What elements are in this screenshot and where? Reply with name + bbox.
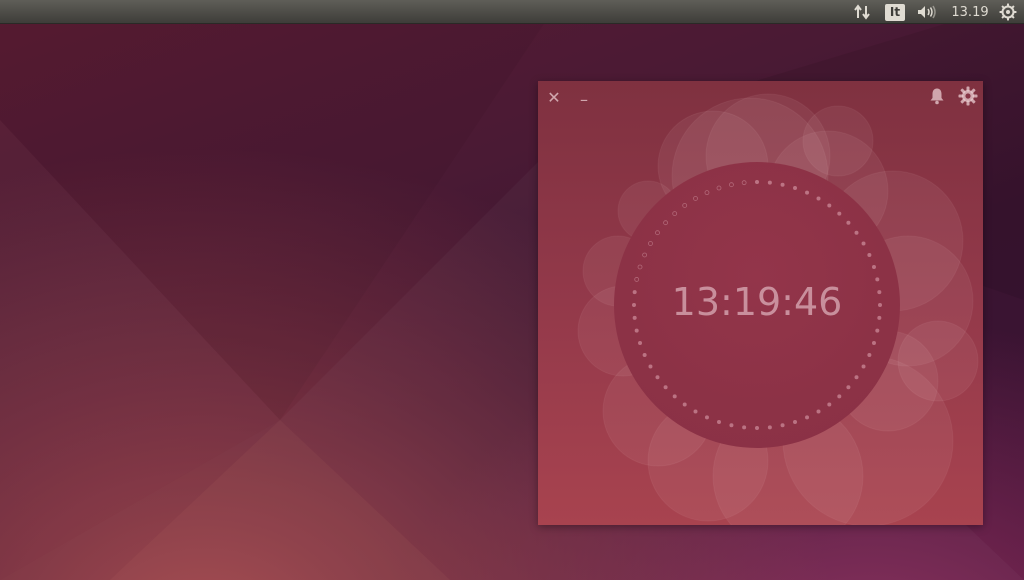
second-tick <box>805 190 810 195</box>
digital-time: 13:19:46 <box>671 280 843 324</box>
second-tick <box>637 264 643 270</box>
sound-indicator[interactable] <box>914 0 940 24</box>
second-tick <box>816 196 821 201</box>
second-tick <box>682 402 687 407</box>
top-panel: It 13.19 <box>0 0 1024 24</box>
second-tick <box>793 419 798 424</box>
second-tick <box>767 425 772 430</box>
second-tick <box>755 426 759 430</box>
second-tick <box>663 385 668 390</box>
keyboard-layout-indicator[interactable]: It <box>884 0 906 24</box>
second-tick <box>693 196 698 201</box>
second-tick <box>867 353 872 358</box>
second-tick <box>704 415 709 420</box>
close-button[interactable]: ✕ <box>544 87 564 107</box>
second-tick <box>729 182 734 188</box>
second-tick <box>648 364 653 369</box>
second-tick <box>875 328 880 333</box>
second-tick <box>716 419 721 424</box>
second-tick <box>693 409 698 414</box>
second-tick <box>867 252 872 257</box>
clock-window: ✕ – 13:19:46 <box>538 81 983 525</box>
desktop: It 13.19 ✕ – 13:19:46 <box>0 0 1024 580</box>
gear-icon <box>958 86 978 106</box>
second-tick <box>805 415 810 420</box>
clock-dial: 13:19:46 <box>614 162 900 448</box>
second-tick <box>729 423 734 428</box>
session-indicator[interactable] <box>996 0 1020 24</box>
second-tick <box>861 364 866 369</box>
network-transfer-icon <box>854 4 870 20</box>
second-tick <box>827 402 832 407</box>
gear-power-icon <box>999 3 1017 21</box>
second-tick <box>648 241 653 246</box>
second-tick <box>780 182 785 187</box>
second-tick <box>837 394 842 399</box>
second-tick <box>871 264 876 269</box>
second-tick <box>861 241 866 246</box>
second-tick <box>854 375 859 380</box>
second-tick <box>741 180 747 186</box>
second-tick <box>846 220 851 225</box>
second-tick <box>742 425 747 430</box>
second-tick <box>672 211 678 216</box>
second-tick <box>638 341 643 346</box>
speaker-volume-icon <box>918 5 936 19</box>
second-tick <box>716 185 722 191</box>
second-tick <box>642 353 647 358</box>
second-tick <box>655 375 660 380</box>
second-tick <box>854 230 859 235</box>
second-tick <box>780 423 785 428</box>
network-indicator[interactable] <box>850 0 874 24</box>
panel-clock[interactable]: 13.19 <box>948 0 992 24</box>
second-tick <box>837 211 842 216</box>
second-tick <box>642 252 648 258</box>
second-tick <box>655 230 660 236</box>
second-tick <box>767 180 772 185</box>
second-tick <box>755 180 759 184</box>
settings-button[interactable] <box>957 85 979 107</box>
alarm-button[interactable] <box>927 86 947 106</box>
second-tick <box>682 203 688 208</box>
second-tick <box>663 220 668 226</box>
second-tick <box>846 385 851 390</box>
second-tick <box>704 190 710 196</box>
second-tick <box>793 186 798 191</box>
second-tick <box>871 341 876 346</box>
minimize-button[interactable]: – <box>574 89 594 109</box>
second-tick <box>827 203 832 208</box>
second-tick <box>672 394 677 399</box>
keyboard-layout-label: It <box>885 3 905 21</box>
bell-icon <box>930 88 944 105</box>
second-tick <box>634 328 639 333</box>
second-tick <box>816 409 821 414</box>
